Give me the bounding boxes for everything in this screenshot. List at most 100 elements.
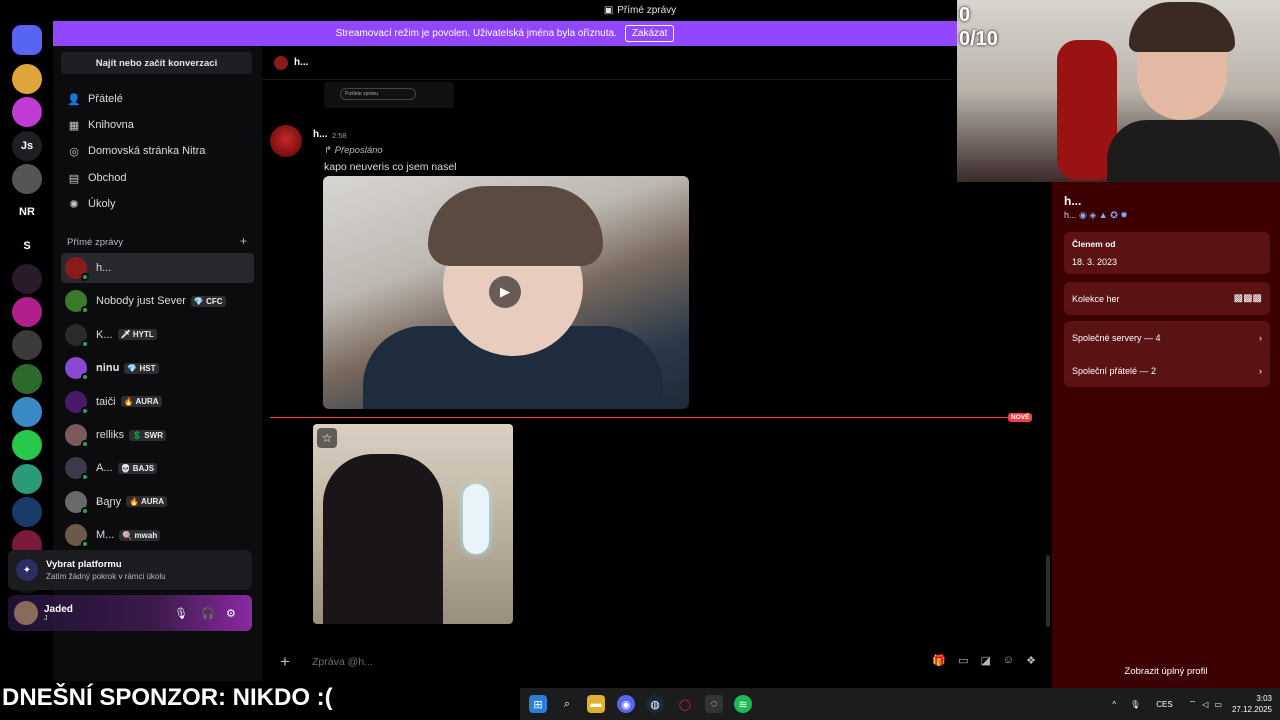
sticker-icon[interactable]: ◪: [980, 654, 990, 667]
server-icon[interactable]: [12, 163, 42, 194]
username[interactable]: Jaded: [44, 604, 73, 615]
server-icon[interactable]: [12, 363, 42, 394]
search-icon[interactable]: ⌕: [558, 695, 576, 713]
recipient-avatar[interactable]: [274, 55, 288, 70]
find-conversation-button[interactable]: Najít nebo začít konverzaci: [61, 52, 252, 74]
settings-gear-icon[interactable]: ⚙: [226, 607, 236, 620]
dm-item[interactable]: relliks 💲 SWR: [61, 420, 254, 450]
chat-scrollbar[interactable]: [1046, 555, 1050, 627]
discord-home-icon[interactable]: [12, 25, 42, 55]
dm-name: h...: [96, 262, 112, 274]
nav-shop[interactable]: ▤ Obchod: [61, 165, 254, 191]
game-collection-card[interactable]: Kolekce her ▩▩▩: [1064, 282, 1270, 315]
status-indicator: [81, 339, 89, 348]
emoji-icon[interactable]: ☺: [1003, 654, 1014, 667]
spotify-icon[interactable]: ≋: [734, 695, 752, 713]
dm-item[interactable]: Ƀąɲy 🔥 AURA: [61, 487, 254, 517]
webcam-overlay: 0 0/10: [957, 0, 1280, 182]
status-indicator: [81, 506, 89, 515]
library-icon: ▦: [68, 119, 80, 132]
microphone-tray-icon[interactable]: 🎙: [1130, 700, 1140, 709]
avatar[interactable]: [14, 601, 38, 625]
nav-library[interactable]: ▦ Knihovna: [61, 112, 254, 138]
quest-title: Vybrat platformu: [46, 559, 122, 570]
nav-nitro[interactable]: ◎ Domovská stránka Nitra: [61, 138, 254, 164]
server-icon[interactable]: [12, 496, 42, 527]
recipient-name[interactable]: h...: [294, 57, 308, 68]
server-icon[interactable]: [12, 430, 42, 461]
battery-icon[interactable]: ▭: [1214, 700, 1222, 709]
avatar: [65, 424, 89, 448]
clock[interactable]: 3:03 27.12.2025: [1232, 693, 1272, 715]
previous-image-attachment[interactable]: Pošlete zprávu: [324, 82, 454, 108]
server-icon[interactable]: [12, 297, 42, 328]
add-attachment-icon[interactable]: +: [268, 652, 302, 672]
mutual-servers-row[interactable]: Společné servery — 4 ›: [1064, 321, 1270, 354]
message-input[interactable]: Zpráva @h...: [312, 656, 373, 668]
server-icon[interactable]: [12, 397, 42, 427]
new-messages-badge: NOVÉ: [1008, 413, 1033, 422]
profile-name: h...: [1064, 194, 1082, 208]
dm-section-title: Přímé zprávy: [67, 237, 123, 248]
opera-icon[interactable]: ◯: [676, 695, 694, 713]
member-since-date: 18. 3. 2023: [1072, 257, 1118, 267]
file-explorer-icon[interactable]: ▬: [587, 695, 605, 713]
volume-icon[interactable]: ◁: [1202, 700, 1208, 709]
microphone-icon[interactable]: 🎙: [174, 607, 188, 620]
avatar: [65, 390, 89, 415]
server-icon[interactable]: [12, 97, 42, 128]
mutual-friends-row[interactable]: Společní přátelé — 2 ›: [1064, 354, 1270, 387]
quest-card[interactable]: ✦ Vybrat platformu Zatím žádný pokrok v …: [8, 550, 252, 590]
nav-quests[interactable]: ✺ Úkoly: [61, 191, 254, 217]
avatar: [65, 290, 89, 315]
obs-icon[interactable]: ◌: [705, 695, 723, 713]
dm-item[interactable]: M... 🍭 mwah: [61, 520, 254, 550]
start-icon[interactable]: ⊞: [529, 695, 547, 713]
steam-icon[interactable]: ◍: [646, 695, 664, 713]
dm-item[interactable]: A... 💀 BAJS: [61, 453, 254, 483]
message-author-name[interactable]: h...: [313, 129, 327, 140]
dm-name: K...: [96, 328, 113, 341]
server-icon[interactable]: Js: [12, 130, 42, 161]
profile-handle: h...: [1064, 210, 1077, 220]
gif-icon[interactable]: ▭: [958, 654, 968, 667]
dm-item[interactable]: K... 🗡 HYTL: [61, 320, 254, 350]
play-icon[interactable]: ▶: [489, 276, 521, 308]
server-icon[interactable]: NR: [12, 197, 42, 228]
forward-arrow-icon: ↱: [324, 145, 332, 156]
server-icon[interactable]: [12, 463, 42, 494]
server-icon[interactable]: S: [12, 230, 42, 261]
favorite-star-icon[interactable]: ☆: [317, 428, 337, 448]
gift-icon[interactable]: 🎁: [932, 654, 946, 667]
nav-label: Obchod: [88, 172, 127, 184]
chevron-up-icon[interactable]: ^: [1112, 700, 1116, 709]
image-attachment[interactable]: ☆: [313, 424, 513, 624]
server-icon[interactable]: [12, 64, 42, 94]
dm-item[interactable]: 𝐧𝐢𝐧𝐮 💎 HST: [61, 353, 254, 383]
clock-date: 27.12.2025: [1231, 705, 1272, 714]
avatar: [65, 257, 89, 281]
disable-streamer-mode-button[interactable]: Zakázat: [624, 25, 675, 42]
apps-icon[interactable]: ❖: [1026, 654, 1036, 667]
dm-item[interactable]: Nobody just Sever 💎 CFC: [61, 286, 254, 316]
user-status: J: [44, 615, 48, 622]
taskbar: ⊞ ⌕ ▬ ◉ ◍ ◯ ◌ ≋ ^ 🎙 CES ⌔ ◁ ▭ 3:03 27.12…: [520, 688, 1280, 720]
view-full-profile-button[interactable]: Zobrazit úplný profil: [1052, 666, 1280, 677]
server-icon[interactable]: [12, 330, 42, 361]
status-indicator: [81, 306, 89, 315]
new-messages-divider: [270, 417, 1032, 418]
wifi-icon[interactable]: ⌔: [1189, 699, 1197, 709]
create-dm-button[interactable]: +: [240, 235, 247, 248]
headphones-icon[interactable]: 🎧: [201, 607, 215, 620]
nav-friends[interactable]: 👤 Přátelé: [61, 86, 254, 112]
discord-icon[interactable]: ◉: [617, 695, 635, 713]
dm-item[interactable]: taiči 🔥 AURA: [61, 387, 254, 417]
video-attachment[interactable]: ▶: [323, 176, 689, 409]
video-thumbnail-hair: [428, 186, 603, 266]
server-icon[interactable]: [12, 263, 42, 294]
guild-tag-badge: 💎 CFC: [190, 295, 226, 307]
language-indicator[interactable]: CES: [1156, 700, 1172, 709]
dm-item[interactable]: h...: [61, 253, 254, 283]
nav-label: Přátelé: [88, 93, 123, 105]
message-author-avatar[interactable]: [270, 125, 302, 157]
